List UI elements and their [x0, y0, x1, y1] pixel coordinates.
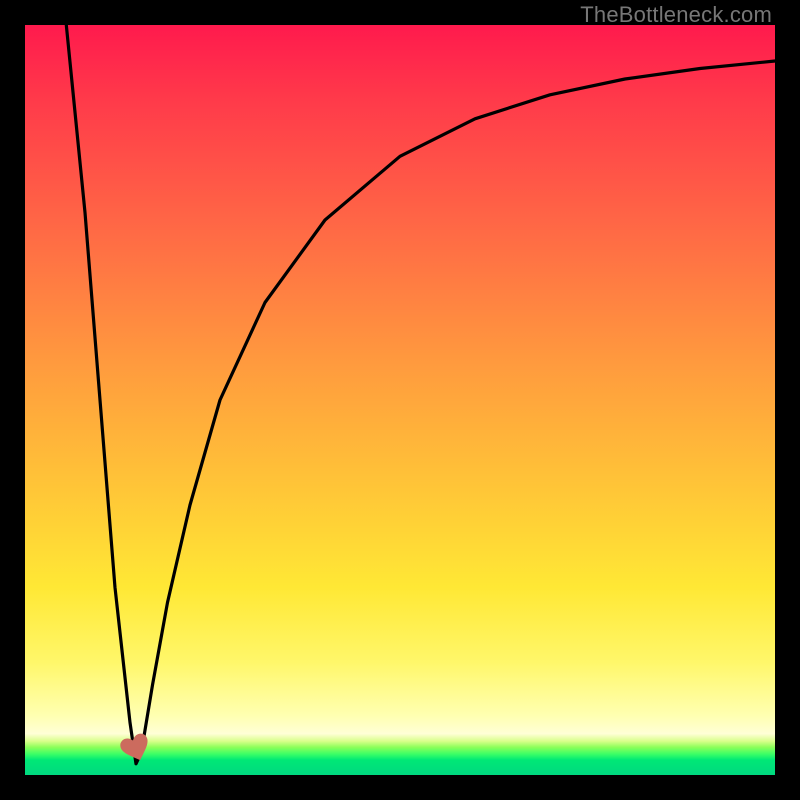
- curve-path: [66, 25, 775, 764]
- chart-frame: [25, 25, 775, 775]
- bottleneck-curve: [25, 25, 775, 775]
